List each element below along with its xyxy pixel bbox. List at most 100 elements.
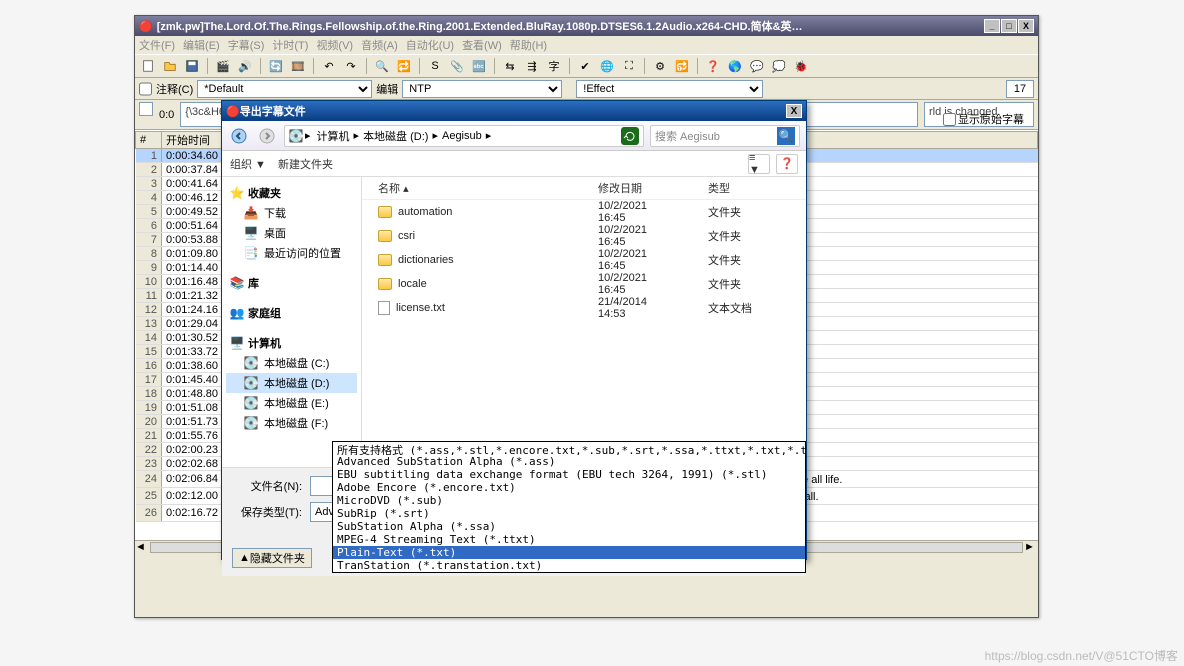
hide-folders-button[interactable]: ▲ 隐藏文件夹 [232,548,312,568]
help-icon[interactable]: ❓ [704,57,722,75]
dialog-nav: 💽 ▸ 计算机 ▸ 本地磁盘 (D:) ▸ Aegisub ▸ 搜索 Aegis… [222,121,806,151]
sidebar-disk-c[interactable]: 💽本地磁盘 (C:) [226,353,357,373]
comment-checkbox[interactable] [139,80,152,98]
menubar: 文件(F) 编辑(E) 字幕(S) 计时(T) 视频(V) 音频(A) 自动化(… [135,36,1038,54]
organize-button[interactable]: 组织 ▼ [230,156,266,172]
close-button[interactable]: X [1018,19,1034,33]
find-icon[interactable]: 🔍 [373,57,391,75]
timing-postprocessor-icon[interactable]: ⇶ [523,57,541,75]
website-icon[interactable]: 🌎 [726,57,744,75]
attach-icon[interactable]: 📎 [448,57,466,75]
type-option-encore[interactable]: Adobe Encore (*.encore.txt) [333,481,805,494]
style-manager-icon[interactable]: S [426,57,444,75]
menu-subtitle[interactable]: 字幕(S) [228,37,265,53]
menu-edit[interactable]: 编辑(E) [183,37,220,53]
effect-select[interactable]: !Effect [576,80,763,98]
menu-view[interactable]: 查看(W) [462,37,502,53]
type-option-ssa[interactable]: SubStation Alpha (*.ssa) [333,520,805,533]
sidebar-disk-f[interactable]: 💽本地磁盘 (F:) [226,413,357,433]
cycle-tags-icon[interactable]: 🔂 [673,57,691,75]
resample-icon[interactable]: ⛶ [620,57,638,75]
file-row[interactable]: license.txt21/4/2014 14:53文本文档 [362,296,806,320]
sidebar-desktop[interactable]: 🖥️桌面 [226,223,357,243]
video-icon[interactable]: 🎬 [214,57,232,75]
file-row[interactable]: automation10/2/2021 16:45文件夹 [362,199,806,224]
audio-icon[interactable]: 🔊 [236,57,254,75]
file-row[interactable]: dictionaries10/2/2021 16:45文件夹 [362,248,806,272]
type-option-sub[interactable]: MicroDVD (*.sub) [333,494,805,507]
framerate-icon[interactable]: 🎞️ [289,57,307,75]
crumb-aegisub[interactable]: Aegisub [438,130,486,142]
col-num[interactable]: # [136,132,162,149]
irc-icon[interactable]: 💭 [770,57,788,75]
kanji-timer-icon[interactable]: 字 [545,57,563,75]
homegroup-header[interactable]: 👥家庭组 [226,303,357,323]
chars-count[interactable] [1006,80,1034,98]
type-option-ttxt[interactable]: MPEG-4 Streaming Text (*.ttxt) [333,533,805,546]
breadcrumb-bar[interactable]: 💽 ▸ 计算机 ▸ 本地磁盘 (D:) ▸ Aegisub ▸ [284,125,644,147]
sidebar-disk-d[interactable]: 💽本地磁盘 (D:) [226,373,357,393]
translation-assistant-icon[interactable]: 🌐 [598,57,616,75]
fonts-collector-icon[interactable]: 🔤 [470,57,488,75]
libraries-header[interactable]: 📚库 [226,273,357,293]
crumb-drive-d[interactable]: 本地磁盘 (D:) [359,128,432,144]
sidebar-recent[interactable]: 📑最近访问的位置 [226,243,357,263]
menu-help[interactable]: 帮助(H) [510,37,547,53]
favorites-header[interactable]: ⭐收藏夹 [226,183,357,203]
refresh-button[interactable] [621,127,639,145]
file-row[interactable]: locale10/2/2021 16:45文件夹 [362,272,806,296]
sidebar-disk-e[interactable]: 💽本地磁盘 (E:) [226,393,357,413]
savetype-dropdown[interactable]: 所有支持格式 (*.ass,*.stl,*.encore.txt,*.sub,*… [332,441,806,573]
sidebar: ⭐收藏夹 📥下载 🖥️桌面 📑最近访问的位置 📚库 👥家庭组 🖥️计算机 💽本地… [222,177,362,467]
dialog-titlebar: 🔴 导出字幕文件 X [222,101,806,121]
replace-icon[interactable]: 🔁 [395,57,413,75]
search-input[interactable]: 搜索 Aegisub 🔍 [650,125,800,147]
save-icon[interactable] [183,57,201,75]
forum-icon[interactable]: 💬 [748,57,766,75]
show-source-checkbox[interactable]: 显示原始字幕 [943,111,1024,127]
comment-label: 注释(C) [156,81,193,97]
file-row[interactable]: csri10/2/2021 16:45文件夹 [362,224,806,248]
options-icon[interactable]: ⚙ [651,57,669,75]
shift-times-icon[interactable]: ⇆ [501,57,519,75]
dialog-close-button[interactable]: X [786,104,802,118]
undo-icon[interactable]: ↶ [320,57,338,75]
type-option-txt[interactable]: Plain-Text (*.txt) [333,546,805,559]
search-icon[interactable]: 🔍 [777,127,795,145]
menu-file[interactable]: 文件(F) [139,37,175,53]
computer-header[interactable]: 🖥️计算机 [226,333,357,353]
menu-video[interactable]: 视频(V) [316,37,353,53]
menu-timing[interactable]: 计时(T) [272,37,308,53]
style-select[interactable]: *Default [197,80,372,98]
menu-audio[interactable]: 音频(A) [361,37,398,53]
window-title: [zmk.pw]The.Lord.Of.The.Rings.Fellowship… [157,18,984,34]
type-option-all[interactable]: 所有支持格式 (*.ass,*.stl,*.encore.txt,*.sub,*… [333,442,805,455]
new-file-icon[interactable] [139,57,157,75]
crumb-computer[interactable]: 计算机 [313,128,354,144]
menu-automation[interactable]: 自动化(U) [406,37,454,53]
sidebar-downloads[interactable]: 📥下载 [226,203,357,223]
filename-label: 文件名(N): [232,478,302,494]
type-option-transtation[interactable]: TranStation (*.transtation.txt) [333,559,805,572]
resync-icon[interactable]: 🔄 [267,57,285,75]
maximize-button[interactable]: □ [1001,19,1017,33]
open-file-icon[interactable] [161,57,179,75]
view-mode-button[interactable]: ≡ ▼ [748,154,770,174]
toolbar: 🎬 🔊 🔄 🎞️ ↶ ↷ 🔍 🔁 S 📎 🔤 ⇆ ⇶ 字 ✔ 🌐 ⛶ ⚙ 🔂 ❓… [135,54,1038,78]
type-option-stl[interactable]: EBU subtitling data exchange format (EBU… [333,468,805,481]
minimize-button[interactable]: _ [984,19,1000,33]
time-checkbox[interactable] [139,102,153,116]
new-folder-button[interactable]: 新建文件夹 [278,156,333,172]
type-option-srt[interactable]: SubRip (*.srt) [333,507,805,520]
sort-asc-icon[interactable]: ▴ [403,183,409,195]
redo-icon[interactable]: ↷ [342,57,360,75]
file-list[interactable]: 名称 ▴ 修改日期 类型 automation10/2/2021 16:45文件… [362,177,806,467]
spellcheck-icon[interactable]: ✔ [576,57,594,75]
forward-button[interactable] [256,125,278,147]
bug-icon[interactable]: 🐞 [792,57,810,75]
back-button[interactable] [228,125,250,147]
type-option-ass[interactable]: Advanced SubStation Alpha (*.ass) [333,455,805,468]
actor-select[interactable]: NTP [402,80,562,98]
help-button[interactable]: ❓ [776,154,798,174]
col-start[interactable]: 开始时间 [162,132,224,149]
